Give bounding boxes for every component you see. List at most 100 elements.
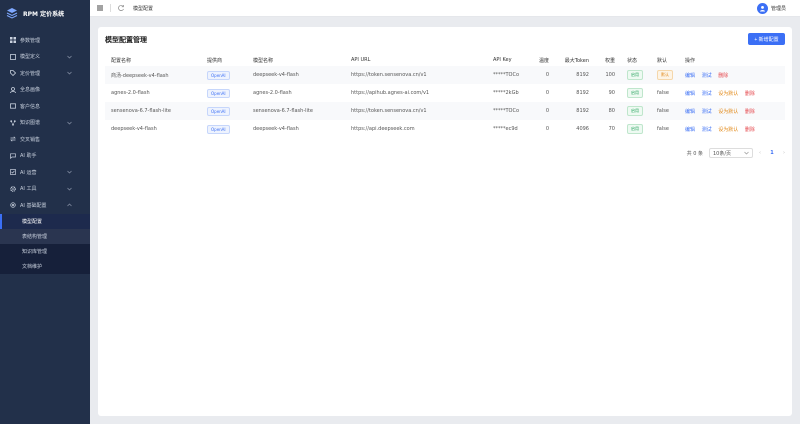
sidebar-subitem-table-schema[interactable]: 表结构管理 [0,228,90,244]
gear-icon [10,185,16,192]
next-page-icon[interactable]: › [783,150,785,156]
chevron-down-icon [67,55,72,58]
default-cell: false [657,90,669,96]
prev-page-icon[interactable]: ‹ [759,150,761,156]
max-token-cell: 4096 [576,126,589,132]
set-default-link[interactable]: 设为默认 [718,91,738,97]
tag-icon [10,70,16,77]
model-name-cell: agnes-2.0-flash [253,90,292,96]
page-size-value: 10条/页 [713,150,732,157]
api-url-cell: https://apihub.agnes-ai.com/v1 [351,90,430,96]
default-cell: 默认 [651,66,679,84]
model-config-table: 配置名称 提供商 模型名称 API URL API Key 温度 最大Token… [105,54,785,138]
table-row: deepseek-v4-flash OpenAI deepseek-v4-fla… [105,120,785,138]
edit-link[interactable]: 编辑 [685,91,695,97]
actions-cell: 编辑 测试 设为默认 删除 [679,84,785,102]
sidebar-item-label: 参数管理 [20,37,41,44]
status-badge: 启用 [627,106,643,116]
sidebar-subitem-label: 文档维护 [22,263,43,270]
user-icon [10,86,16,93]
layers-icon [6,8,18,19]
contact-icon [10,103,16,109]
sidebar-item-pricing[interactable]: 定价管理 [0,65,90,82]
provider-cell: OpenAI [201,120,247,138]
sidebar-item-label: 客户信息 [20,103,41,110]
page-number[interactable]: 1 [767,148,777,158]
weight-cell: 90 [608,90,615,96]
page-size-select[interactable]: 10条/页 [709,148,753,158]
sidebar-item-ai-ops[interactable]: AI 运营 [0,164,90,181]
col-header: 状态 [627,57,638,64]
sidebar-subitem-doc-maintenance[interactable]: 文档维护 [0,259,90,274]
test-link[interactable]: 测试 [702,91,712,97]
test-link[interactable]: 测试 [702,127,712,133]
sidebar-item-label: 知识图谱 [20,120,41,127]
provider-tag: OpenAI [207,88,230,98]
add-config-button[interactable]: + 新增配置 [748,33,785,45]
provider-cell: OpenAI [201,102,247,120]
api-key-cell: *****ec9d [493,126,518,132]
set-default-link[interactable]: 设为默认 [718,127,738,133]
status-badge: 启用 [627,70,643,80]
refresh-icon[interactable] [117,4,125,12]
sidebar-item-label: AI 基础配置 [20,202,47,209]
weight-cell: 80 [595,102,621,120]
config-name-cell: 商汤-deepseek-v4-flash [105,66,201,84]
provider-tag: OpenAI [207,124,230,134]
col-header: 配置名称 [111,57,132,64]
api-key-cell: *****TOCo [487,102,531,120]
sidebar-item-ai-config[interactable]: AI 基础配置 [0,197,90,214]
sidebar-item-model-def[interactable]: 模型定义 [0,49,90,66]
status-cell: 启用 [621,66,651,84]
provider-tag: OpenAI [207,106,230,116]
table-row: sensenova-6.7-flash-lite OpenAI sensenov… [105,102,785,120]
delete-link[interactable]: 删除 [745,127,755,133]
default-cell: false [651,102,679,120]
menu-toggle-icon[interactable] [96,4,104,12]
pagination: 共 0 条 10条/页 ‹ 1 › [687,148,785,158]
col-header: 最大Token [564,57,589,64]
sidebar-subitem-knowledge-base[interactable]: 知识库管理 [0,244,90,259]
api-key-cell: *****2kGb [493,90,519,96]
set-default-link[interactable]: 设为默认 [718,109,738,115]
edit-link[interactable]: 编辑 [685,73,695,79]
sidebar-item-profile[interactable]: 全息画像 [0,82,90,99]
network-icon [10,120,16,126]
status-badge: 启用 [627,88,643,98]
checklist-icon [10,169,16,176]
sidebar-item-params[interactable]: 参数管理 [0,32,90,49]
page-title: 模型配置管理 [105,36,147,44]
sidebar-submenu: 模型配置 表结构管理 知识库管理 文档维护 [0,213,90,274]
col-header: 操作 [685,57,696,64]
provider-cell: OpenAI [201,66,247,84]
sidebar-subitem-model-config[interactable]: 模型配置 [0,213,90,229]
sidebar-menu: 参数管理 模型定义 定价管理 全息画像 客户信息 知识图谱 交叉销售 AI 助手… [0,32,90,274]
test-link[interactable]: 测试 [702,73,712,79]
col-header: 默认 [657,57,668,64]
app-logo[interactable]: RPM 定价系统 [0,0,90,26]
delete-link[interactable]: 删除 [718,73,728,79]
sidebar-item-cross-sell[interactable]: 交叉销售 [0,131,90,148]
test-link[interactable]: 测试 [702,109,712,115]
default-badge: 默认 [657,70,673,80]
edit-link[interactable]: 编辑 [685,109,695,115]
status-cell: 启用 [621,84,651,102]
edit-link[interactable]: 编辑 [685,127,695,133]
actions-cell: 编辑 测试 删除 [679,66,785,84]
sidebar-item-knowledge-graph[interactable]: 知识图谱 [0,115,90,132]
status-badge: 启用 [627,124,643,134]
delete-link[interactable]: 删除 [745,109,755,115]
delete-link[interactable]: 删除 [745,91,755,97]
sidebar-item-customer[interactable]: 客户信息 [0,98,90,115]
col-header: API URL [351,57,371,63]
max-token-cell: 8192 [555,102,595,120]
sidebar-item-ai-assistant[interactable]: AI 助手 [0,148,90,165]
top-bar: 模型配置 管理员 [90,0,800,17]
temperature-cell: 0 [531,66,555,84]
temperature-cell: 0 [531,102,555,120]
sidebar-item-ai-tools[interactable]: AI 工具 [0,181,90,198]
config-name-cell: deepseek-v4-flash [111,126,157,132]
avatar[interactable] [756,3,768,14]
sidebar-item-label: AI 工具 [20,186,37,193]
user-menu[interactable]: 管理员 [756,3,786,14]
